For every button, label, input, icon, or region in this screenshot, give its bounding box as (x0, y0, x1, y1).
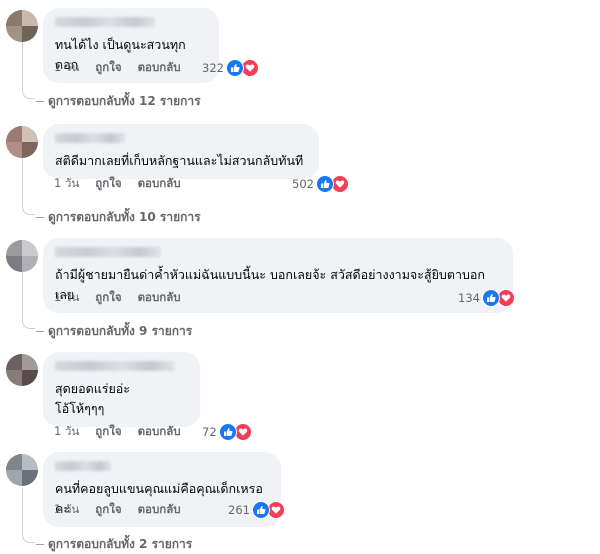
avatar[interactable] (6, 354, 38, 386)
like-button[interactable]: ถูกใจ (95, 59, 121, 77)
comment-time[interactable]: 1 วัน (54, 423, 79, 441)
reaction-count: 261 (228, 503, 250, 517)
like-button[interactable]: ถูกใจ (95, 175, 121, 193)
reply-button[interactable]: ตอบกลับ (138, 289, 181, 307)
reply-button[interactable]: ตอบกลับ (138, 423, 181, 441)
comment-actions: 1 วัน ถูกใจ ตอบกลับ (54, 176, 197, 192)
comment-bubble: สติดีมากเลยที่เก็บหลักฐานและไม่สวนกลับทั… (43, 124, 319, 179)
comment-text: สติดีมากเลยที่เก็บหลักฐานและไม่สวนกลับทั… (55, 153, 304, 168)
thread-elbow (22, 204, 35, 215)
comment-thread: ทนได้ไง เป็นดูนะสวนทุกดอก 1 วัน ถูกใจ ตอ… (0, 0, 600, 552)
reaction-summary[interactable]: 322 (202, 58, 259, 78)
comment-text: สุดยอดแร่ยอ่ะ โอ้โห้ๆๆๆ (55, 381, 131, 416)
reaction-summary[interactable]: 261 (228, 500, 285, 520)
avatar[interactable] (6, 240, 38, 272)
thumbs-up-icon (225, 59, 244, 77)
thread-line (22, 488, 23, 536)
like-button[interactable]: ถูกใจ (95, 289, 121, 307)
thread-elbow (22, 318, 35, 329)
view-replies-label: ดูการตอบกลับทั้ง 10 รายการ (48, 209, 201, 224)
author-name[interactable] (55, 17, 155, 27)
avatar[interactable] (6, 454, 38, 486)
thumbs-up-icon (315, 175, 334, 193)
thread-line (22, 158, 23, 208)
author-name[interactable] (55, 361, 175, 371)
comment-time[interactable]: 1 วัน (54, 175, 79, 193)
view-replies-label: ดูการตอบกลับทั้ง 2 รายการ (48, 536, 193, 551)
comment-time[interactable]: 1 วัน (54, 501, 79, 519)
reaction-count: 72 (202, 425, 217, 439)
reaction-count: 134 (458, 291, 480, 305)
reaction-summary[interactable]: 134 (458, 288, 515, 308)
reaction-summary[interactable]: 502 (292, 174, 349, 194)
view-replies-link[interactable]: ดูการตอบกลับทั้ง 10 รายการ (36, 208, 201, 226)
reaction-count: 502 (292, 177, 314, 191)
thread-line (22, 42, 23, 92)
reaction-summary[interactable]: 72 (202, 422, 252, 442)
view-replies-link[interactable]: ดูการตอบกลับทั้ง 12 รายการ (36, 92, 201, 110)
reply-button[interactable]: ตอบกลับ (138, 59, 181, 77)
thumbs-up-icon (251, 501, 270, 519)
view-replies-link[interactable]: ดูการตอบกลับทั้ง 2 รายการ (36, 535, 192, 553)
thread-line (22, 272, 23, 322)
comment-bubble: สุดยอดแร่ยอ่ะ โอ้โห้ๆๆๆ (43, 352, 200, 427)
comment-actions: 1 วัน ถูกใจ ตอบกลับ (54, 424, 197, 440)
author-name[interactable] (55, 247, 161, 257)
view-replies-link[interactable]: ดูการตอบกลับทั้ง 9 รายการ (36, 322, 192, 340)
comment-time[interactable]: 1 วัน (54, 59, 79, 77)
comment-actions: 1 วัน ถูกใจ ตอบกลับ (54, 502, 197, 518)
comment-actions: 1 วัน ถูกใจ ตอบกลับ (54, 60, 197, 76)
view-replies-label: ดูการตอบกลับทั้ง 9 รายการ (48, 323, 193, 338)
thumbs-up-icon (218, 423, 237, 441)
like-button[interactable]: ถูกใจ (95, 501, 121, 519)
comment-time[interactable]: 1 วัน (54, 289, 79, 307)
like-button[interactable]: ถูกใจ (95, 423, 121, 441)
author-name[interactable] (55, 133, 125, 143)
avatar[interactable] (6, 126, 38, 158)
reply-button[interactable]: ตอบกลับ (138, 501, 181, 519)
author-name[interactable] (55, 461, 111, 471)
view-replies-label: ดูการตอบกลับทั้ง 12 รายการ (48, 93, 201, 108)
thread-elbow (22, 88, 35, 99)
comment-actions: 1 วัน ถูกใจ ตอบกลับ (54, 290, 197, 306)
reply-button[interactable]: ตอบกลับ (138, 175, 181, 193)
avatar[interactable] (6, 10, 38, 42)
reaction-count: 322 (202, 61, 224, 75)
thumbs-up-icon (481, 289, 500, 307)
thread-elbow (22, 532, 35, 543)
